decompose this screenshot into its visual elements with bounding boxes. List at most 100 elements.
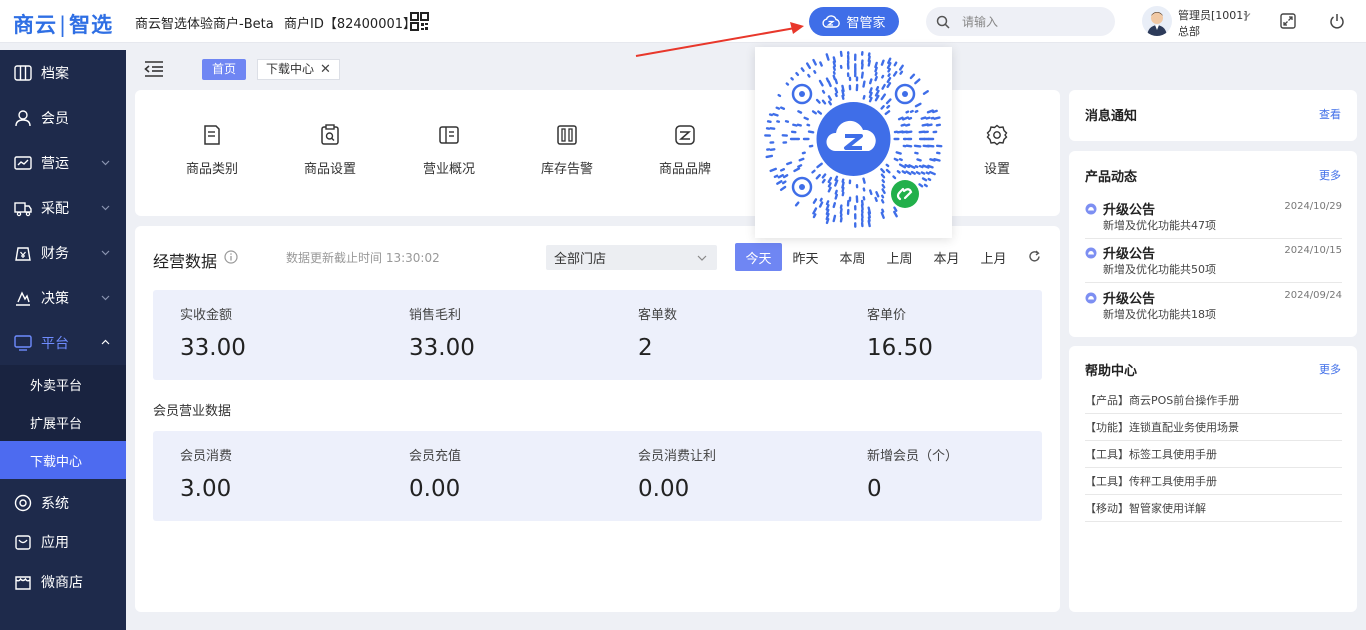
sidebar-item-micro-shop[interactable]: 微商店	[0, 559, 126, 604]
inventory-icon	[557, 125, 577, 145]
sidebar-item-label: 平台	[41, 335, 69, 352]
dynamics-item-desc: 新增及优化功能共50项	[1103, 263, 1216, 276]
period-tab-yesterday[interactable]: 昨天	[782, 243, 829, 271]
shortcut-label: 营业概况	[422, 162, 475, 177]
list-item[interactable]: 升级公告 2024/10/29 新增及优化功能共47项	[1085, 195, 1342, 239]
admin-name[interactable]: 管理员[1001]	[1178, 7, 1248, 23]
announcement-icon	[1085, 203, 1097, 215]
shortcut-product-settings[interactable]: 商品设置	[280, 90, 380, 216]
notice-view-link[interactable]: 查看	[1319, 106, 1341, 122]
tab-download-center[interactable]: 下载中心 ✕	[257, 59, 340, 80]
stat-label: 客单价	[867, 308, 907, 323]
sidebar-item-label: 系统	[41, 495, 69, 512]
list-item[interactable]: 升级公告 2024/09/24 新增及优化功能共18项	[1085, 284, 1342, 328]
stat-label: 实收金额	[180, 308, 233, 323]
mini-program-qr-code	[764, 50, 943, 228]
dynamics-item-title: 升级公告	[1103, 247, 1156, 262]
chevron-down-icon[interactable]	[1243, 11, 1251, 19]
period-tab-this-month[interactable]: 本月	[923, 243, 970, 271]
qr-code-icon[interactable]	[410, 12, 429, 31]
sidebar-item-label: 微商店	[41, 574, 83, 591]
chevron-up-icon	[101, 339, 110, 345]
system-icon	[14, 494, 32, 511]
dynamics-more-link[interactable]: 更多	[1319, 167, 1341, 183]
assistant-button-label: 智管家	[846, 16, 886, 31]
finance-icon	[15, 246, 31, 261]
sidebar-item-operation[interactable]: 营运	[0, 140, 126, 185]
sidebar-subitem-takeout[interactable]: 外卖平台	[0, 365, 126, 403]
sidebar-item-decision[interactable]: 决策	[0, 275, 126, 320]
sidebar-subitem-download-center[interactable]: 下载中心	[0, 441, 126, 479]
help-more-link[interactable]: 更多	[1319, 361, 1341, 377]
product-dynamics-panel: 产品动态 更多 升级公告 2024/10/29 新增及优化功能共47项 升级公告…	[1069, 151, 1357, 337]
help-item[interactable]: 【功能】连锁直配业务使用场景	[1085, 414, 1342, 441]
sidebar-item-system[interactable]: 系统	[0, 480, 126, 525]
sidebar-item-label: 档案	[41, 65, 69, 82]
notice-title: 消息通知	[1085, 109, 1138, 124]
shortcut-settings[interactable]: 设置	[947, 90, 1047, 216]
help-item[interactable]: 【工具】标签工具使用手册	[1085, 441, 1342, 468]
merchant-id: 商户ID【82400001】	[284, 17, 417, 32]
stat-value: 33.00	[180, 335, 246, 361]
sidebar-item-app[interactable]: 应用	[0, 525, 126, 559]
dynamics-item-desc: 新增及优化功能共18项	[1103, 308, 1216, 321]
stat-label: 新增会员（个）	[867, 449, 959, 464]
sidebar-subitem-extension[interactable]: 扩展平台	[0, 403, 126, 441]
period-tab-today[interactable]: 今天	[735, 243, 782, 271]
fullscreen-icon[interactable]	[1280, 13, 1296, 29]
shortcut-product-category[interactable]: 商品类别	[162, 90, 262, 216]
sidebar: 档案 会员 营运 采配 财务 决策 平台 外卖平台 扩展平台 下载中心 系统 应…	[0, 50, 126, 630]
help-item[interactable]: 【移动】智管家使用详解	[1085, 495, 1342, 522]
dynamics-title: 产品动态	[1085, 170, 1138, 185]
sidebar-item-label: 会员	[41, 110, 69, 127]
dynamics-item-date: 2024/10/15	[1284, 245, 1342, 256]
stat-value: 3.00	[180, 476, 232, 502]
update-time: 数据更新截止时间 13:30:02	[286, 251, 440, 265]
chevron-down-icon	[101, 250, 110, 256]
list-item[interactable]: 升级公告 2024/10/15 新增及优化功能共50项	[1085, 239, 1342, 283]
stat-label: 客单数	[638, 308, 678, 323]
truck-icon	[14, 201, 32, 216]
search-box	[926, 7, 1115, 36]
sidebar-item-finance[interactable]: 财务	[0, 230, 126, 275]
shortcut-business-overview[interactable]: 营业概况	[399, 90, 499, 216]
stat-label: 会员消费	[180, 449, 233, 464]
shortcut-stock-alert[interactable]: 库存告警	[517, 90, 617, 216]
power-icon[interactable]	[1329, 13, 1345, 29]
period-tab-this-week[interactable]: 本周	[829, 243, 876, 271]
search-input[interactable]	[962, 14, 1092, 29]
mini-program-qr-popover	[755, 47, 952, 238]
period-tab-last-month[interactable]: 上月	[970, 243, 1017, 271]
close-icon[interactable]: ✕	[320, 60, 331, 79]
store-select-value: 全部门店	[554, 252, 607, 267]
sidebar-item-purchase[interactable]: 采配	[0, 185, 126, 230]
sidebar-item-label: 财务	[41, 245, 69, 262]
admin-org: 总部	[1178, 25, 1200, 38]
period-tab-last-week[interactable]: 上周	[876, 243, 923, 271]
avatar[interactable]	[1142, 6, 1172, 36]
dynamics-item-title: 升级公告	[1103, 292, 1156, 307]
archive-icon	[14, 64, 32, 81]
help-item[interactable]: 【产品】商云POS前台操作手册	[1085, 387, 1342, 414]
menu-collapse-icon[interactable]	[144, 60, 164, 78]
info-icon[interactable]	[224, 250, 238, 264]
sidebar-item-archive[interactable]: 档案	[0, 50, 126, 95]
brand-icon	[675, 125, 695, 145]
logo-text-right: 智选	[69, 13, 114, 37]
sidebar-item-member[interactable]: 会员	[0, 95, 126, 140]
decision-icon	[16, 290, 30, 306]
shortcut-product-brand[interactable]: 商品品牌	[635, 90, 735, 216]
search-icon	[936, 15, 950, 29]
shortcut-label: 库存告警	[540, 162, 593, 177]
assistant-button[interactable]: 智管家	[809, 7, 899, 36]
clipboard-search-icon	[321, 124, 339, 145]
brand-logo[interactable]: 商云|智选	[13, 9, 113, 39]
help-title: 帮助中心	[1085, 364, 1138, 379]
sidebar-item-platform[interactable]: 平台	[0, 320, 126, 365]
merchant-name: 商云智选体验商户-Beta	[135, 17, 274, 32]
refresh-icon[interactable]	[1028, 250, 1041, 263]
tab-home[interactable]: 首页	[202, 59, 247, 80]
help-item[interactable]: 【工具】传秤工具使用手册	[1085, 468, 1342, 495]
store-select[interactable]: 全部门店	[546, 245, 717, 270]
announcement-icon	[1085, 292, 1097, 304]
